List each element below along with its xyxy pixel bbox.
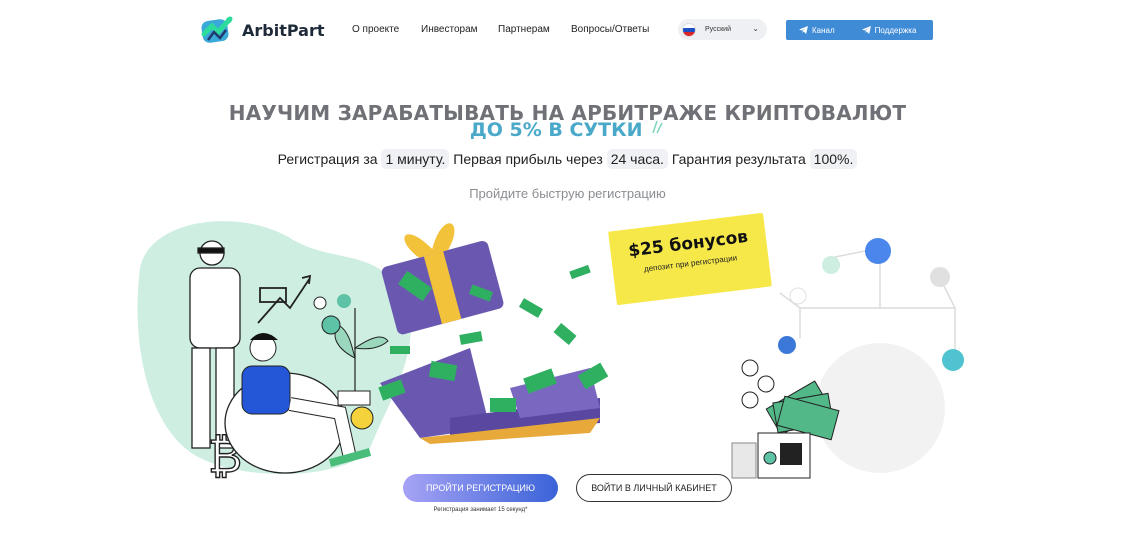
register-button[interactable]: ПРОЙТИ РЕГИСТРАЦИЮ	[403, 474, 558, 502]
network-node	[865, 238, 891, 264]
telegram-icon	[861, 26, 871, 34]
russia-flag-icon	[682, 22, 696, 37]
network-node	[789, 287, 807, 305]
language-selector[interactable]: Русский ⌄	[678, 19, 767, 40]
network-node	[778, 336, 796, 354]
nav-about[interactable]: О проекте	[352, 24, 421, 35]
benefit-highlight: 100%.	[809, 149, 858, 169]
benefit-text: Регистрация за	[277, 151, 378, 167]
hero-benefits: Регистрация за 1 минуту. Первая прибыль …	[0, 149, 1135, 169]
network-graph	[779, 247, 956, 358]
laptop-illustration	[380, 348, 600, 444]
arbitpart-logo-icon	[201, 16, 233, 43]
nav-investors[interactable]: Инвесторам	[421, 24, 498, 35]
header: ArbitPart О проекте Инвесторам Партнерам…	[0, 0, 1135, 60]
network-node	[942, 349, 964, 371]
benefit-text: Гарантия результата	[671, 151, 806, 167]
chevron-down-icon: ⌄	[752, 24, 759, 33]
safe-icon	[731, 432, 811, 479]
nav-faq[interactable]: Вопросы/Ответы	[571, 24, 649, 35]
language-label: Русский	[705, 26, 731, 33]
sparkle-icon	[652, 120, 663, 134]
nav-partners[interactable]: Партнерам	[498, 24, 571, 35]
benefit-highlight: 1 минуту.	[381, 149, 450, 169]
benefit-highlight: 24 часа.	[606, 149, 668, 169]
login-button[interactable]: ВОЙТИ В ЛИЧНЫЙ КАБИНЕТ	[576, 474, 732, 502]
support-label: Поддержка	[874, 25, 917, 35]
main-nav: О проекте Инвесторам Партнерам Вопросы/О…	[352, 24, 649, 35]
channel-label: Канал	[812, 25, 835, 35]
network-node	[930, 267, 950, 287]
brand-logo[interactable]: ArbitPart	[200, 14, 325, 46]
cash-fan	[741, 359, 840, 441]
dotted-sphere	[815, 343, 945, 473]
hero-illustration: ₿	[137, 221, 964, 484]
telegram-icon	[799, 26, 808, 34]
telegram-buttons: Канал Поддержка	[786, 20, 933, 40]
brand-name: ArbitPart	[242, 20, 325, 40]
support-button[interactable]: Поддержка	[861, 25, 917, 35]
register-note: Регистрация занимает 15 секунд*	[433, 507, 528, 513]
hero-subtitle-text: ДО 5% В СУТКИ	[469, 119, 643, 141]
hero-hint: Пройдите быструю регистрацию	[469, 186, 666, 201]
network-node	[822, 256, 840, 274]
channel-button[interactable]: Канал	[799, 26, 835, 35]
hero-subtitle: ДО 5% В СУТКИ	[0, 119, 1135, 141]
benefit-text: Первая прибыль через	[453, 151, 603, 167]
